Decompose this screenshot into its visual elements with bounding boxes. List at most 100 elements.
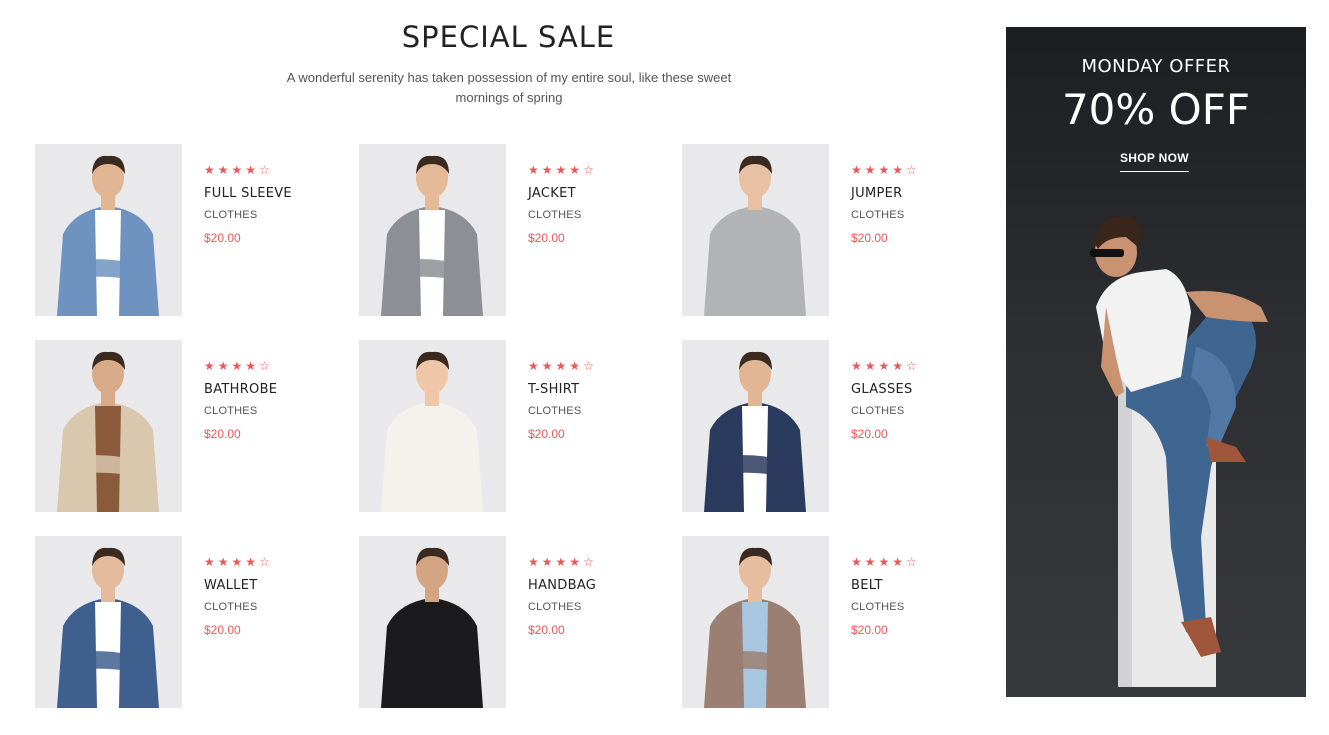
star-filled-icon: ★ [555, 359, 567, 373]
star-filled-icon: ★ [878, 163, 890, 177]
star-filled-icon: ★ [541, 359, 553, 373]
star-filled-icon: ★ [245, 555, 257, 569]
product-price: $20.00 [204, 427, 241, 441]
banner-headline: 70% OFF [1061, 85, 1251, 134]
product-info: ★ ★ ★ ★ ☆ GLASSES CLOTHES $20.00 [851, 358, 917, 441]
section-title: SPECIAL SALE [401, 20, 616, 54]
rating-stars: ★ ★ ★ ★ ☆ [528, 554, 596, 570]
product-image[interactable] [682, 536, 829, 708]
star-filled-icon: ★ [892, 555, 904, 569]
product-price: $20.00 [528, 231, 565, 245]
product-info: ★ ★ ★ ★ ☆ BELT CLOTHES $20.00 [851, 554, 917, 637]
shop-now-link[interactable]: SHOP NOW [1120, 151, 1189, 172]
star-filled-icon: ★ [541, 555, 553, 569]
product-price: $20.00 [851, 623, 888, 637]
product-price: $20.00 [204, 623, 241, 637]
product-card[interactable]: ★ ★ ★ ★ ☆ JACKET CLOTHES $20.00 [359, 144, 659, 316]
star-empty-icon: ☆ [259, 163, 270, 177]
product-info: ★ ★ ★ ★ ☆ FULL SLEEVE CLOTHES $20.00 [204, 162, 292, 245]
star-filled-icon: ★ [528, 163, 539, 177]
star-filled-icon: ★ [204, 163, 215, 177]
section-subtitle: A wonderful serenity has taken possessio… [286, 70, 732, 105]
product-image[interactable] [35, 340, 182, 512]
product-price: $20.00 [528, 623, 565, 637]
product-name[interactable]: BATHROBE [204, 382, 277, 397]
star-filled-icon: ★ [231, 359, 243, 373]
product-price: $20.00 [528, 427, 565, 441]
product-name[interactable]: JACKET [528, 186, 594, 201]
star-filled-icon: ★ [555, 555, 567, 569]
product-image[interactable] [682, 144, 829, 316]
star-filled-icon: ★ [864, 163, 876, 177]
product-image[interactable] [35, 144, 182, 316]
rating-stars: ★ ★ ★ ★ ☆ [204, 162, 292, 178]
star-filled-icon: ★ [541, 163, 553, 177]
star-filled-icon: ★ [528, 555, 539, 569]
product-card[interactable]: ★ ★ ★ ★ ☆ BATHROBE CLOTHES $20.00 [35, 340, 335, 512]
product-category[interactable]: CLOTHES [851, 209, 917, 221]
star-filled-icon: ★ [878, 359, 890, 373]
rating-stars: ★ ★ ★ ★ ☆ [528, 358, 594, 374]
product-category[interactable]: CLOTHES [204, 601, 270, 613]
star-filled-icon: ★ [569, 163, 581, 177]
product-image[interactable] [359, 340, 506, 512]
star-filled-icon: ★ [231, 555, 243, 569]
product-card[interactable]: ★ ★ ★ ★ ☆ FULL SLEEVE CLOTHES $20.00 [35, 144, 335, 316]
product-image[interactable] [359, 536, 506, 708]
rating-stars: ★ ★ ★ ★ ☆ [528, 162, 594, 178]
star-filled-icon: ★ [569, 555, 581, 569]
product-name[interactable]: HANDBAG [528, 578, 596, 593]
product-card[interactable]: ★ ★ ★ ★ ☆ HANDBAG CLOTHES $20.00 [359, 536, 659, 708]
product-category[interactable]: CLOTHES [528, 209, 594, 221]
product-category[interactable]: CLOTHES [204, 405, 277, 417]
product-card[interactable]: ★ ★ ★ ★ ☆ WALLET CLOTHES $20.00 [35, 536, 335, 708]
star-filled-icon: ★ [245, 359, 257, 373]
product-name[interactable]: BELT [851, 578, 917, 593]
star-empty-icon: ☆ [259, 555, 270, 569]
product-image[interactable] [35, 536, 182, 708]
product-card[interactable]: ★ ★ ★ ★ ☆ T-SHIRT CLOTHES $20.00 [359, 340, 659, 512]
product-info: ★ ★ ★ ★ ☆ T-SHIRT CLOTHES $20.00 [528, 358, 594, 441]
star-empty-icon: ☆ [583, 163, 594, 177]
rating-stars: ★ ★ ★ ★ ☆ [851, 554, 917, 570]
rating-stars: ★ ★ ★ ★ ☆ [204, 358, 277, 374]
product-image[interactable] [359, 144, 506, 316]
rating-stars: ★ ★ ★ ★ ☆ [204, 554, 270, 570]
star-filled-icon: ★ [892, 359, 904, 373]
product-card[interactable]: ★ ★ ★ ★ ☆ GLASSES CLOTHES $20.00 [682, 340, 982, 512]
product-category[interactable]: CLOTHES [851, 405, 917, 417]
rating-stars: ★ ★ ★ ★ ☆ [851, 162, 917, 178]
product-info: ★ ★ ★ ★ ☆ HANDBAG CLOTHES $20.00 [528, 554, 596, 637]
product-info: ★ ★ ★ ★ ☆ JACKET CLOTHES $20.00 [528, 162, 594, 245]
product-card[interactable]: ★ ★ ★ ★ ☆ BELT CLOTHES $20.00 [682, 536, 982, 708]
product-name[interactable]: JUMPER [851, 186, 917, 201]
star-empty-icon: ☆ [906, 359, 917, 373]
star-filled-icon: ★ [217, 359, 229, 373]
star-filled-icon: ★ [569, 359, 581, 373]
star-filled-icon: ★ [217, 555, 229, 569]
star-filled-icon: ★ [864, 359, 876, 373]
star-filled-icon: ★ [204, 359, 215, 373]
product-category[interactable]: CLOTHES [528, 405, 594, 417]
product-info: ★ ★ ★ ★ ☆ WALLET CLOTHES $20.00 [204, 554, 270, 637]
star-empty-icon: ☆ [259, 359, 270, 373]
product-category[interactable]: CLOTHES [851, 601, 917, 613]
star-filled-icon: ★ [555, 163, 567, 177]
star-empty-icon: ☆ [583, 359, 594, 373]
product-name[interactable]: WALLET [204, 578, 270, 593]
star-filled-icon: ★ [851, 555, 862, 569]
product-card[interactable]: ★ ★ ★ ★ ☆ JUMPER CLOTHES $20.00 [682, 144, 982, 316]
product-category[interactable]: CLOTHES [204, 209, 292, 221]
star-filled-icon: ★ [851, 359, 862, 373]
star-filled-icon: ★ [892, 163, 904, 177]
product-name[interactable]: FULL SLEEVE [204, 186, 292, 201]
product-image[interactable] [682, 340, 829, 512]
promo-banner[interactable]: MONDAY OFFER 70% OFF SHOP NOW [1006, 27, 1306, 697]
star-filled-icon: ★ [217, 163, 229, 177]
product-category[interactable]: CLOTHES [528, 601, 596, 613]
star-empty-icon: ☆ [906, 555, 917, 569]
product-name[interactable]: T-SHIRT [528, 382, 594, 397]
product-price: $20.00 [851, 231, 888, 245]
product-name[interactable]: GLASSES [851, 382, 917, 397]
banner-model-image [1090, 216, 1268, 687]
